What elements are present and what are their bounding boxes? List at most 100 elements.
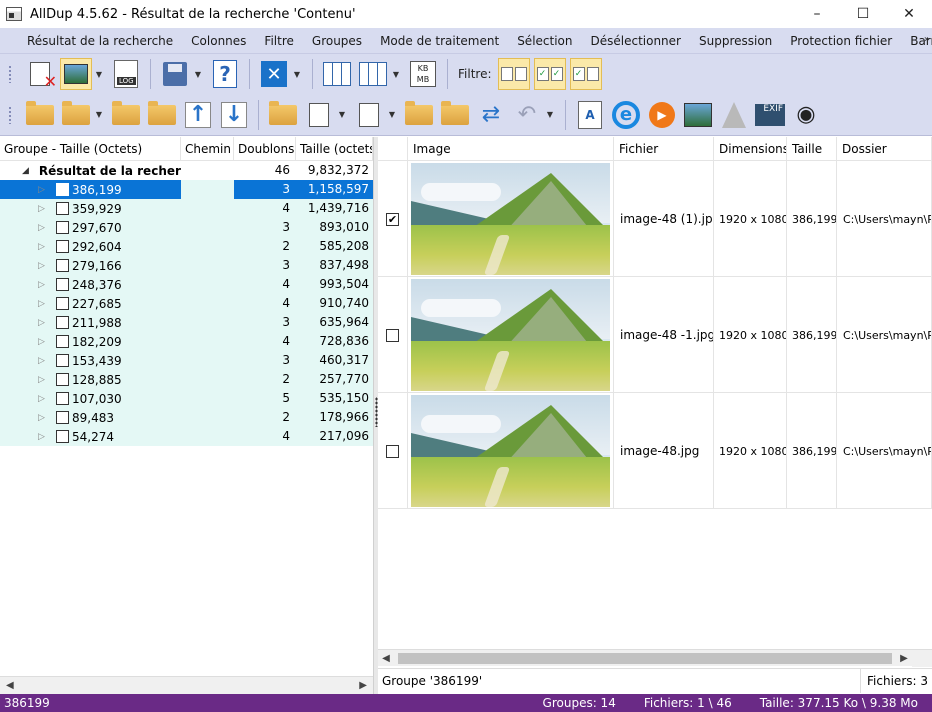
tree-group-row[interactable]: ▷ 292,604 2 585,208 bbox=[0, 237, 373, 256]
select-file-button[interactable] bbox=[303, 99, 335, 131]
group-checkbox[interactable] bbox=[56, 202, 69, 215]
file-row[interactable]: image-48 -1.jpg 1920 x 1080 386,199 C:\U… bbox=[378, 277, 932, 393]
group-checkbox[interactable] bbox=[56, 240, 69, 253]
expand-icon[interactable]: ▷ bbox=[38, 223, 48, 233]
expand-icon[interactable]: ▷ bbox=[38, 318, 48, 328]
tree-group-row[interactable]: ▷ 386,199 3 1,158,597 bbox=[0, 180, 373, 199]
minimize-button[interactable]: – bbox=[794, 0, 840, 28]
group-checkbox[interactable] bbox=[56, 411, 69, 424]
save-button[interactable] bbox=[159, 58, 191, 90]
scrollbar-thumb[interactable] bbox=[398, 652, 892, 664]
group-checkbox[interactable] bbox=[56, 430, 69, 443]
file-checkbox[interactable] bbox=[386, 444, 399, 458]
tree-header-duplicates[interactable]: Doublons bbox=[234, 137, 296, 161]
menu-filter[interactable]: Filtre bbox=[255, 34, 302, 48]
menu-selection[interactable]: Sélection bbox=[508, 34, 581, 48]
maximize-button[interactable]: ☐ bbox=[840, 0, 886, 28]
expand-icon[interactable]: ▷ bbox=[38, 299, 48, 309]
select-folder-button[interactable] bbox=[403, 99, 435, 131]
text-viewer-button[interactable]: A bbox=[574, 99, 606, 131]
grid-header-dimensions[interactable]: Dimensions bbox=[714, 137, 787, 161]
group-checkbox[interactable] bbox=[56, 316, 69, 329]
group-checkbox[interactable] bbox=[56, 373, 69, 386]
select-folder2-button[interactable] bbox=[439, 99, 471, 131]
tree-group-row[interactable]: ▷ 297,670 3 893,010 bbox=[0, 218, 373, 237]
menu-processing-mode[interactable]: Mode de traitement bbox=[371, 34, 508, 48]
close-button[interactable]: ✕ bbox=[886, 0, 932, 28]
move-down-button[interactable]: ↓ bbox=[218, 99, 250, 131]
tree-horizontal-scrollbar[interactable]: ◀ ▶ bbox=[0, 676, 373, 694]
select-file2-dropdown-icon[interactable]: ▼ bbox=[387, 110, 397, 119]
tree-header-path[interactable]: Chemin bbox=[181, 137, 234, 161]
scroll-right-icon[interactable]: ▶ bbox=[359, 680, 367, 691]
media-viewer-button[interactable]: ▶ bbox=[646, 99, 678, 131]
folder-forward-button[interactable] bbox=[60, 99, 92, 131]
image-thumbnail[interactable] bbox=[411, 395, 610, 507]
audio-viewer-button[interactable]: ◉ bbox=[790, 99, 822, 131]
tree-group-row[interactable]: ▷ 153,439 3 460,317 bbox=[0, 351, 373, 370]
app-icon[interactable] bbox=[6, 7, 22, 21]
column-width-button[interactable] bbox=[357, 58, 389, 90]
preview-dropdown-icon[interactable]: ▼ bbox=[94, 70, 104, 79]
exif-viewer-button[interactable]: EXIF bbox=[754, 99, 786, 131]
folder-up-button[interactable] bbox=[110, 99, 142, 131]
preview-button[interactable] bbox=[60, 58, 92, 90]
scroll-left-icon[interactable]: ◀ bbox=[6, 680, 14, 691]
undo-dropdown-icon[interactable]: ▼ bbox=[545, 110, 555, 119]
expand-icon[interactable]: ▷ bbox=[38, 185, 48, 195]
group-checkbox[interactable] bbox=[56, 354, 69, 367]
select-file-dropdown-icon[interactable]: ▼ bbox=[337, 110, 347, 119]
group-checkbox[interactable] bbox=[56, 335, 69, 348]
menu-deletion[interactable]: Suppression bbox=[690, 34, 781, 48]
scroll-left-icon[interactable]: ◀ bbox=[378, 653, 394, 664]
tree-header-size[interactable]: Taille (octets) bbox=[296, 137, 373, 161]
file-row[interactable]: ✔ image-48 (1).jpg 1920 x 1080 386,199 C… bbox=[378, 161, 932, 277]
size-unit-button[interactable]: KB MB bbox=[407, 58, 439, 90]
deselect-dropdown-icon[interactable]: ▼ bbox=[292, 70, 302, 79]
expand-icon[interactable]: ▷ bbox=[38, 337, 48, 347]
undo-button[interactable]: ↶ bbox=[511, 99, 543, 131]
group-checkbox[interactable] bbox=[56, 392, 69, 405]
grid-header-size[interactable]: Taille bbox=[787, 137, 837, 161]
browser-viewer-button[interactable]: e bbox=[610, 99, 642, 131]
expand-icon[interactable]: ▷ bbox=[38, 261, 48, 271]
menu-file-protection[interactable]: Protection fichier bbox=[781, 34, 901, 48]
file-checkbox[interactable] bbox=[386, 328, 399, 342]
image-thumbnail[interactable] bbox=[411, 279, 610, 391]
deselect-button[interactable]: ✕ bbox=[258, 58, 290, 90]
grid-header-image[interactable]: Image bbox=[408, 137, 614, 161]
invert-selection-button[interactable]: ⇄ bbox=[475, 99, 507, 131]
filter-button-2[interactable]: ✓ ✓ bbox=[533, 58, 566, 90]
group-checkbox[interactable] bbox=[56, 221, 69, 234]
tree-header-group[interactable]: Groupe - Taille (Octets) bbox=[0, 137, 181, 161]
folder-down-button[interactable] bbox=[146, 99, 178, 131]
log-button[interactable]: LOG bbox=[110, 58, 142, 90]
menu-deselect[interactable]: Désélectionner bbox=[582, 34, 690, 48]
help-button[interactable]: ? bbox=[209, 58, 241, 90]
menu-overflow-icon[interactable]: » bbox=[924, 34, 930, 45]
menu-search-result[interactable]: Résultat de la recherche bbox=[18, 34, 182, 48]
column-width-dropdown-icon[interactable]: ▼ bbox=[391, 70, 401, 79]
image-viewer-button[interactable] bbox=[682, 99, 714, 131]
file-row[interactable]: image-48.jpg 1920 x 1080 386,199 C:\User… bbox=[378, 393, 932, 509]
tree-group-row[interactable]: ▷ 279,166 3 837,498 bbox=[0, 256, 373, 275]
expand-icon[interactable]: ▷ bbox=[38, 356, 48, 366]
move-up-button[interactable]: ↑ bbox=[182, 99, 214, 131]
tree-group-row[interactable]: ▷ 128,885 2 257,770 bbox=[0, 370, 373, 389]
file-checkbox[interactable]: ✔ bbox=[386, 212, 399, 226]
expand-icon[interactable]: ▷ bbox=[38, 242, 48, 252]
folder-settings-button[interactable] bbox=[267, 99, 299, 131]
tree-group-row[interactable]: ▷ 248,376 4 993,504 bbox=[0, 275, 373, 294]
expand-icon[interactable]: ▷ bbox=[38, 394, 48, 404]
collapse-icon[interactable]: ◢ bbox=[22, 166, 29, 176]
group-checkbox[interactable] bbox=[56, 183, 69, 196]
vlc-viewer-button[interactable] bbox=[718, 99, 750, 131]
group-checkbox[interactable] bbox=[56, 259, 69, 272]
image-thumbnail[interactable] bbox=[411, 163, 610, 275]
expand-icon[interactable]: ▷ bbox=[38, 432, 48, 442]
menu-columns[interactable]: Colonnes bbox=[182, 34, 255, 48]
select-file2-button[interactable] bbox=[353, 99, 385, 131]
toolbar-grip[interactable] bbox=[8, 105, 12, 124]
tree-root-row[interactable]: ◢ Résultat de la recherche 46 9,832,372 bbox=[0, 161, 373, 180]
folder-forward-dropdown-icon[interactable]: ▼ bbox=[94, 110, 104, 119]
